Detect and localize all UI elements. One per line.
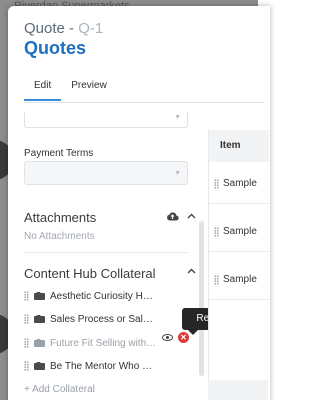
document-icon [34,362,45,370]
collateral-item[interactable]: Be The Mentor Who Ma... [24,359,194,373]
no-attachments-text: No Attachments [24,231,95,242]
drag-handle-icon[interactable] [24,314,29,324]
table-cell-item: Sample [223,274,257,285]
page-title: Quotes [24,38,87,58]
drag-handle-icon[interactable] [214,226,219,237]
drag-handle-icon[interactable] [24,361,29,371]
payment-terms-label: Payment Terms [24,148,94,159]
table-cell-item: Sample [223,178,257,189]
eye-icon[interactable] [162,334,173,341]
payment-terms-select[interactable]: ▼ [24,161,188,185]
document-icon [34,292,45,300]
chevron-up-icon[interactable] [187,213,196,219]
quote-subtitle: Quote - Q-1 [24,20,103,37]
attachments-controls [166,211,196,221]
collateral-item[interactable]: Aesthetic Curiosity Help... [24,289,194,303]
chevron-down-icon: ▼ [174,114,181,121]
scrollbar-thumb[interactable] [199,222,204,376]
quote-subtitle-prefix: Quote - [24,20,79,37]
drag-handle-icon[interactable] [214,274,219,285]
attachments-title: Attachments [24,210,97,225]
collateral-item-label[interactable]: Sales Process or Sales ... [50,314,158,325]
tab-edit[interactable]: Edit [24,80,62,101]
upload-cloud-icon[interactable] [166,211,179,221]
tab-preview[interactable]: Preview [61,80,117,101]
drag-handle-icon[interactable] [24,291,29,301]
collateral-item-label[interactable]: Be The Mentor Who Ma... [50,361,158,372]
tab-bar: Edit Preview [24,80,117,101]
collateral-item[interactable]: Sales Process or Sales ... [24,312,194,326]
scrollbar[interactable] [199,220,204,376]
document-icon [34,339,45,347]
table-footer [208,380,268,400]
table-header-item: Item [209,130,269,162]
drag-handle-icon[interactable] [24,338,29,348]
collateral-item-label[interactable]: Aesthetic Curiosity Help... [50,291,158,302]
chevron-down-icon: ▼ [174,170,181,177]
table-cell-item: Sample [223,226,257,237]
line-items-table: Item Sample Sample Sample [208,130,269,400]
tab-divider [24,102,264,103]
table-row[interactable]: Sample [209,260,269,300]
table-row[interactable]: Sample [209,212,269,252]
collateral-item-actions: ✕ [162,332,189,343]
document-icon [34,315,45,323]
add-collateral-link[interactable]: + Add Collateral [24,384,95,395]
section-divider [24,252,188,253]
chevron-up-icon[interactable] [187,268,196,274]
collateral-controls [187,268,196,274]
select-field-partial[interactable]: ▼ [24,112,188,128]
table-row[interactable]: Sample [209,164,269,204]
collateral-item-label[interactable]: Future Fit Selling with Ja... [50,338,158,349]
drag-handle-icon[interactable] [214,178,219,189]
collateral-title: Content Hub Collateral [24,266,156,281]
edit-panel: ▼ Payment Terms ▼ Attachments No Attachm… [24,112,204,400]
quote-id: Q-1 [78,20,104,37]
